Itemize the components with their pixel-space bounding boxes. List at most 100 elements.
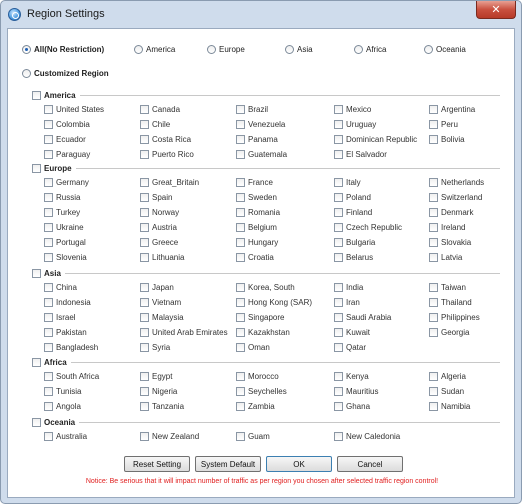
checkbox-box[interactable] <box>429 312 438 322</box>
group-checkbox[interactable] <box>32 163 41 173</box>
country-checkbox-taiwan[interactable]: Taiwan <box>429 281 466 293</box>
checkbox-box[interactable] <box>429 327 438 337</box>
country-checkbox-united-arab-emirates[interactable]: United Arab Emirates <box>140 326 228 338</box>
checkbox-box[interactable] <box>140 104 149 114</box>
country-checkbox-guatemala[interactable]: Guatemala <box>236 148 287 160</box>
country-checkbox-hong-kong-sar[interactable]: Hong Kong (SAR) <box>236 296 312 308</box>
system-default-button[interactable]: System Default <box>195 456 261 472</box>
group-checkbox[interactable] <box>32 417 41 427</box>
country-checkbox-kuwait[interactable]: Kuwait <box>334 326 370 338</box>
radio-oceania[interactable]: Oceania <box>424 42 466 56</box>
checkbox-box[interactable] <box>236 252 245 262</box>
checkbox-box[interactable] <box>334 431 343 441</box>
country-checkbox-hungary[interactable]: Hungary <box>236 236 278 248</box>
country-checkbox-new-caledonia[interactable]: New Caledonia <box>334 430 400 442</box>
checkbox-box[interactable] <box>140 401 149 411</box>
country-checkbox-philippines[interactable]: Philippines <box>429 311 480 323</box>
checkbox-box[interactable] <box>236 237 245 247</box>
checkbox-box[interactable] <box>334 192 343 202</box>
country-checkbox-turkey[interactable]: Turkey <box>44 206 80 218</box>
checkbox-box[interactable] <box>429 104 438 114</box>
close-button[interactable]: ✕ <box>476 1 516 19</box>
checkbox-box[interactable] <box>140 207 149 217</box>
country-checkbox-france[interactable]: France <box>236 176 273 188</box>
radio-asia[interactable]: Asia <box>285 42 313 56</box>
checkbox-box[interactable] <box>236 104 245 114</box>
group-checkbox[interactable] <box>32 268 41 278</box>
country-checkbox-ecuador[interactable]: Ecuador <box>44 133 86 145</box>
checkbox-box[interactable] <box>236 401 245 411</box>
checkbox-box[interactable] <box>140 119 149 129</box>
country-checkbox-great-britain[interactable]: Great_Britain <box>140 176 199 188</box>
checkbox-box[interactable] <box>334 282 343 292</box>
country-checkbox-croatia[interactable]: Croatia <box>236 251 274 263</box>
country-checkbox-portugal[interactable]: Portugal <box>44 236 86 248</box>
checkbox-box[interactable] <box>140 222 149 232</box>
checkbox-box[interactable] <box>429 134 438 144</box>
country-checkbox-puerto-rico[interactable]: Puerto Rico <box>140 148 194 160</box>
country-checkbox-china[interactable]: China <box>44 281 77 293</box>
checkbox-box[interactable] <box>44 237 53 247</box>
country-checkbox-romania[interactable]: Romania <box>236 206 280 218</box>
country-checkbox-panama[interactable]: Panama <box>236 133 278 145</box>
checkbox-box[interactable] <box>140 431 149 441</box>
country-checkbox-denmark[interactable]: Denmark <box>429 206 473 218</box>
checkbox-box[interactable] <box>429 237 438 247</box>
checkbox-box[interactable] <box>140 192 149 202</box>
checkbox-box[interactable] <box>429 297 438 307</box>
country-checkbox-singapore[interactable]: Singapore <box>236 311 284 323</box>
country-checkbox-venezuela[interactable]: Venezuela <box>236 118 285 130</box>
country-checkbox-ukraine[interactable]: Ukraine <box>44 221 84 233</box>
checkbox-box[interactable] <box>140 342 149 352</box>
country-checkbox-canada[interactable]: Canada <box>140 103 180 115</box>
country-checkbox-belarus[interactable]: Belarus <box>334 251 373 263</box>
checkbox-box[interactable] <box>44 252 53 262</box>
checkbox-box[interactable] <box>334 104 343 114</box>
country-checkbox-costa-rica[interactable]: Costa Rica <box>140 133 191 145</box>
country-checkbox-egypt[interactable]: Egypt <box>140 370 172 382</box>
checkbox-box[interactable] <box>429 386 438 396</box>
country-checkbox-seychelles[interactable]: Seychelles <box>236 385 287 397</box>
group-checkbox[interactable] <box>32 90 41 100</box>
country-checkbox-kazakhstan[interactable]: Kazakhstan <box>236 326 290 338</box>
checkbox-box[interactable] <box>140 327 149 337</box>
checkbox-box[interactable] <box>44 207 53 217</box>
checkbox-box[interactable] <box>236 119 245 129</box>
checkbox-box[interactable] <box>44 192 53 202</box>
country-checkbox-slovenia[interactable]: Slovenia <box>44 251 87 263</box>
country-checkbox-belgium[interactable]: Belgium <box>236 221 277 233</box>
country-checkbox-indonesia[interactable]: Indonesia <box>44 296 91 308</box>
checkbox-box[interactable] <box>429 252 438 262</box>
country-checkbox-iran[interactable]: Iran <box>334 296 360 308</box>
checkbox-box[interactable] <box>44 371 53 381</box>
country-checkbox-brazil[interactable]: Brazil <box>236 103 268 115</box>
checkbox-box[interactable] <box>334 252 343 262</box>
checkbox-box[interactable] <box>334 312 343 322</box>
checkbox-box[interactable] <box>334 371 343 381</box>
checkbox-box[interactable] <box>44 312 53 322</box>
country-checkbox-norway[interactable]: Norway <box>140 206 179 218</box>
checkbox-box[interactable] <box>140 252 149 262</box>
country-checkbox-poland[interactable]: Poland <box>334 191 371 203</box>
checkbox-box[interactable] <box>140 371 149 381</box>
checkbox-box[interactable] <box>334 119 343 129</box>
checkbox-box[interactable] <box>44 401 53 411</box>
title-bar[interactable]: Region Settings ✕ <box>1 1 521 28</box>
checkbox-box[interactable] <box>429 371 438 381</box>
country-checkbox-ghana[interactable]: Ghana <box>334 400 370 412</box>
country-checkbox-israel[interactable]: Israel <box>44 311 76 323</box>
country-checkbox-lithuania[interactable]: Lithuania <box>140 251 184 263</box>
country-checkbox-argentina[interactable]: Argentina <box>429 103 475 115</box>
country-checkbox-sudan[interactable]: Sudan <box>429 385 464 397</box>
country-checkbox-netherlands[interactable]: Netherlands <box>429 176 484 188</box>
checkbox-box[interactable] <box>429 222 438 232</box>
checkbox-box[interactable] <box>236 282 245 292</box>
radio-europe[interactable]: Europe <box>207 42 245 56</box>
checkbox-box[interactable] <box>140 237 149 247</box>
country-checkbox-pakistan[interactable]: Pakistan <box>44 326 87 338</box>
country-checkbox-nigeria[interactable]: Nigeria <box>140 385 177 397</box>
checkbox-box[interactable] <box>44 297 53 307</box>
group-header-europe[interactable]: Europe <box>32 162 500 174</box>
country-checkbox-malaysia[interactable]: Malaysia <box>140 311 184 323</box>
country-checkbox-bangladesh[interactable]: Bangladesh <box>44 341 98 353</box>
